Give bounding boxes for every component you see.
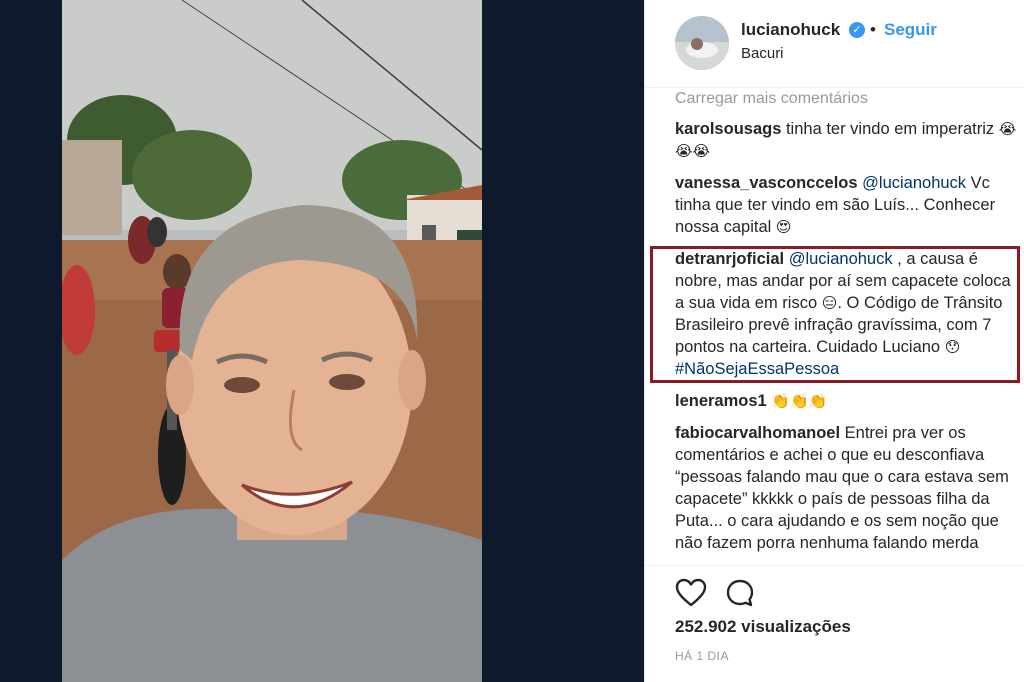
comments-list[interactable]: Carregar mais comentários karolsousags t… bbox=[675, 90, 1020, 564]
post-actions: 252.902 visualizações HÁ 1 DIA bbox=[645, 565, 1024, 682]
avatar-image bbox=[675, 16, 729, 70]
comment-item: vanessa_vasconccelos @lucianohuck Vc tin… bbox=[675, 172, 1020, 238]
username-link[interactable]: lucianohuck bbox=[741, 20, 840, 40]
heart-icon[interactable] bbox=[675, 578, 707, 608]
comment-username[interactable]: fabiocarvalhomanoel bbox=[675, 424, 840, 442]
comment-bubble-icon[interactable] bbox=[725, 578, 755, 608]
comment-username[interactable]: karolsousags bbox=[675, 120, 781, 138]
comment-username[interactable]: detranrjoficial bbox=[675, 250, 784, 268]
views-count: 252.902 visualizações bbox=[675, 617, 851, 636]
comment-item: karolsousags tinha ter vindo em imperatr… bbox=[675, 118, 1020, 162]
post-photo[interactable] bbox=[62, 0, 482, 682]
comment-mention[interactable]: @lucianohuck bbox=[862, 174, 966, 192]
clapping-emoji-icon: 👏👏👏 bbox=[771, 392, 828, 410]
expressionless-emoji-icon: 😑 bbox=[821, 294, 838, 312]
comment-text: tinha ter vindo em imperatriz bbox=[781, 120, 999, 138]
post-panel: lucianohuck ✓ • Seguir Bacuri Carregar m… bbox=[644, 0, 1024, 682]
comment-item-highlighted: detranrjoficial @lucianohuck , a causa é… bbox=[675, 248, 1020, 380]
hushed-emoji-icon: 😯 bbox=[944, 338, 961, 356]
comment-item: fabiocarvalhomanoel Entrei pra ver os co… bbox=[675, 422, 1020, 554]
comment-item: leneramos1 👏👏👏 bbox=[675, 390, 1020, 412]
post-timestamp: HÁ 1 DIA bbox=[675, 649, 730, 663]
heart-eyes-emoji-icon: 😍 bbox=[775, 218, 792, 236]
comment-username[interactable]: leneramos1 bbox=[675, 392, 767, 410]
comment-username[interactable]: vanessa_vasconccelos bbox=[675, 174, 858, 192]
separator-dot: • bbox=[870, 20, 876, 39]
avatar[interactable] bbox=[675, 16, 729, 70]
comment-mention[interactable]: @lucianohuck bbox=[789, 250, 893, 268]
verified-badge-icon: ✓ bbox=[849, 22, 865, 38]
media-panel bbox=[0, 0, 644, 682]
comment-hashtag[interactable]: #NãoSejaEssaPessoa bbox=[675, 360, 839, 378]
comment-text: Entrei pra ver os comentários e achei o … bbox=[675, 424, 1009, 552]
selfie-image bbox=[62, 0, 482, 682]
location-link[interactable]: Bacuri bbox=[741, 45, 784, 62]
follow-button[interactable]: Seguir bbox=[884, 20, 937, 40]
post-header: lucianohuck ✓ • Seguir Bacuri bbox=[645, 0, 1024, 88]
load-more-comments-link[interactable]: Carregar mais comentários bbox=[675, 90, 1020, 108]
